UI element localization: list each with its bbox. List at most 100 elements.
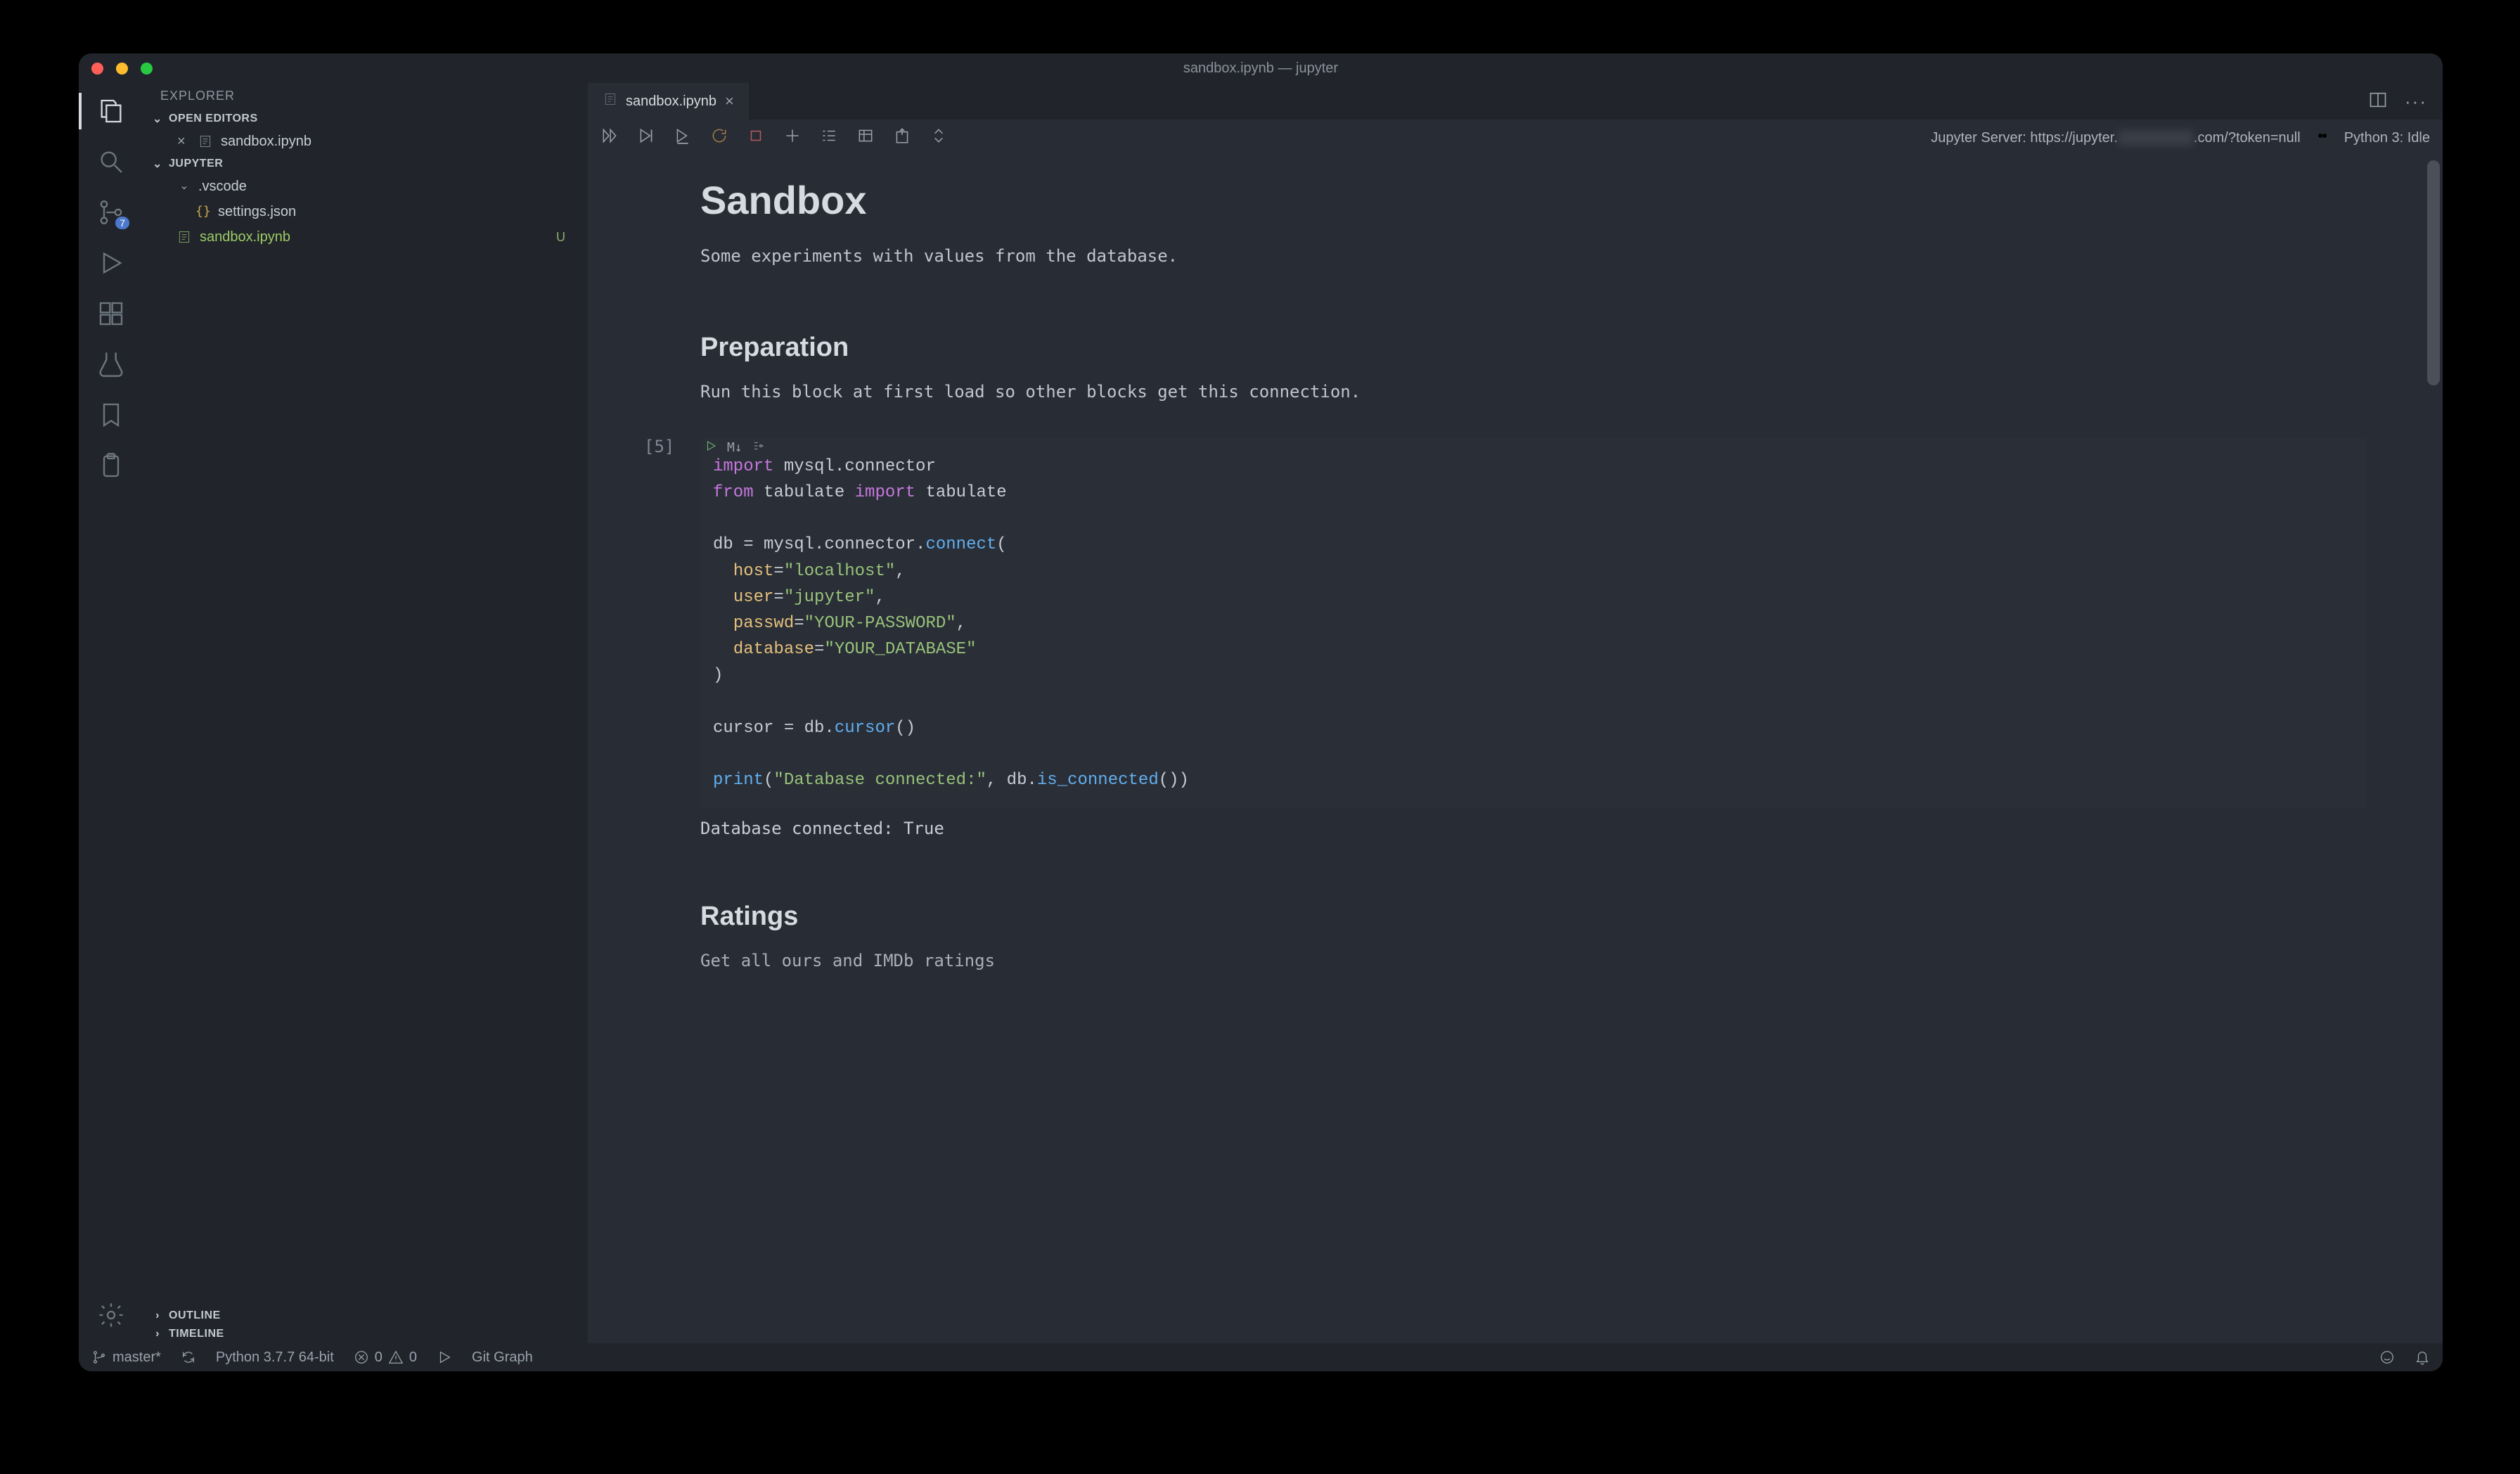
search-activity-icon[interactable]	[96, 146, 127, 177]
explorer-title: EXPLORER	[143, 83, 588, 109]
tab-bar: sandbox.ipynb × ···	[588, 83, 2443, 120]
clipboard-activity-icon[interactable]	[96, 450, 127, 481]
error-icon	[354, 1350, 369, 1365]
export-icon[interactable]	[893, 127, 911, 149]
notebook-file-icon	[177, 230, 193, 244]
titlebar: sandbox.ipynb — jupyter	[79, 53, 2443, 83]
run-below-icon[interactable]	[674, 127, 692, 149]
python-label: Python 3.7.7 64-bit	[216, 1350, 334, 1366]
minimize-window-button[interactable]	[116, 63, 128, 75]
restart-kernel-icon[interactable]	[710, 127, 728, 149]
timeline-label: TIMELINE	[169, 1328, 224, 1340]
chevron-down-icon: ⌄	[150, 112, 165, 126]
activity-bar: 7	[79, 83, 143, 1343]
status-bar: master* Python 3.7.7 64-bit 0 0 Git Grap…	[79, 1343, 2443, 1371]
tabbar-actions: ···	[2368, 83, 2443, 120]
collapse-all-icon[interactable]	[930, 127, 948, 149]
code-cell[interactable]: [5] M↓ import mysql.connector from tabul…	[700, 438, 2365, 838]
run-debug-activity-icon[interactable]	[96, 248, 127, 278]
server-prefix: Jupyter Server: https://jupyter.	[1931, 130, 2118, 146]
explorer-activity-icon[interactable]	[96, 96, 127, 127]
git-graph-status[interactable]: Git Graph	[472, 1350, 533, 1366]
feedback-status[interactable]	[2379, 1350, 2395, 1365]
feedback-icon	[2379, 1350, 2395, 1365]
open-editors-section[interactable]: ⌄ OPEN EDITORS	[143, 109, 588, 129]
window-controls	[91, 63, 153, 75]
file-label: settings.json	[218, 200, 296, 223]
vscode-window: sandbox.ipynb — jupyter 7	[79, 53, 2443, 1371]
jupyter-server-label[interactable]: Jupyter Server: https://jupyter.xxxxxxxx…	[1931, 130, 2300, 146]
notebook-scroll[interactable]: Sandbox Some experiments with values fro…	[588, 156, 2443, 1343]
editor-area: sandbox.ipynb × ···	[588, 83, 2443, 1343]
source-control-activity-icon[interactable]: 7	[96, 197, 127, 228]
window-title: sandbox.ipynb — jupyter	[79, 60, 2443, 77]
notifications-status[interactable]	[2415, 1350, 2430, 1365]
execution-count: [5]	[644, 437, 674, 456]
timeline-section[interactable]: › TIMELINE	[143, 1325, 588, 1343]
cell-toolbar: M↓	[705, 440, 765, 456]
add-cell-icon[interactable]	[783, 127, 802, 149]
branch-icon	[91, 1350, 107, 1365]
python-interpreter-status[interactable]: Python 3.7.7 64-bit	[216, 1350, 334, 1366]
tab-sandbox[interactable]: sandbox.ipynb ×	[588, 83, 750, 120]
outline-label: OUTLINE	[169, 1309, 221, 1322]
cell-markdown-toggle[interactable]: M↓	[727, 440, 742, 455]
code-content[interactable]: import mysql.connector from tabulate imp…	[713, 454, 2353, 793]
error-count: 0	[375, 1350, 382, 1366]
close-editor-icon[interactable]: ×	[177, 130, 191, 153]
chevron-down-icon: ⌄	[150, 157, 165, 171]
markdown-paragraph: Get all ours and IMDb ratings	[700, 947, 2365, 974]
chevron-right-icon: ›	[150, 1309, 165, 1322]
close-window-button[interactable]	[91, 63, 103, 75]
split-editor-icon[interactable]	[2368, 90, 2388, 113]
workspace-section[interactable]: ⌄ JUPYTER	[143, 154, 588, 174]
chevron-down-icon: ⌄	[177, 175, 191, 198]
debug-start-status[interactable]	[437, 1350, 452, 1365]
notebook-toolbar: Jupyter Server: https://jupyter.xxxxxxxx…	[588, 120, 2443, 156]
warning-count: 0	[409, 1350, 417, 1366]
markdown-paragraph: Some experiments with values from the da…	[700, 243, 2365, 269]
outline-section[interactable]: › OUTLINE	[143, 1307, 588, 1325]
file-settings-json[interactable]: {} settings.json	[143, 199, 588, 224]
json-file-icon: {}	[195, 200, 211, 223]
chevron-right-icon: ›	[150, 1328, 165, 1340]
more-actions-icon[interactable]: ···	[2405, 91, 2427, 113]
open-editors-label: OPEN EDITORS	[169, 113, 258, 125]
problems-status[interactable]: 0 0	[354, 1350, 417, 1366]
sync-status[interactable]	[181, 1350, 196, 1365]
extensions-activity-icon[interactable]	[96, 298, 127, 329]
workspace-label: JUPYTER	[169, 158, 223, 170]
maximize-window-button[interactable]	[141, 63, 153, 75]
open-editor-item[interactable]: × sandbox.ipynb	[143, 129, 588, 154]
cell-output: Database connected: True	[700, 819, 2365, 838]
cell-run-by-line-icon[interactable]	[752, 440, 765, 456]
folder-vscode[interactable]: ⌄ .vscode	[143, 174, 588, 199]
tab-label: sandbox.ipynb	[626, 94, 716, 110]
run-all-icon[interactable]	[600, 127, 619, 149]
tab-close-icon[interactable]: ×	[725, 92, 734, 110]
markdown-h1: Sandbox	[700, 177, 2365, 223]
run-cell-icon[interactable]	[705, 440, 717, 456]
test-activity-icon[interactable]	[96, 349, 127, 380]
server-connected-icon	[2316, 129, 2329, 146]
git-branch-status[interactable]: master*	[91, 1350, 161, 1366]
notebook-content: Sandbox Some experiments with values fro…	[588, 156, 2429, 975]
markdown-h2: Ratings	[700, 902, 2365, 932]
run-above-icon[interactable]	[637, 127, 655, 149]
variables-icon[interactable]	[856, 127, 875, 149]
scrollbar-thumb[interactable]	[2427, 160, 2440, 385]
bookmark-activity-icon[interactable]	[96, 399, 127, 430]
notebook-file-icon	[198, 134, 214, 148]
folder-label: .vscode	[198, 175, 247, 198]
interrupt-kernel-icon[interactable]	[747, 127, 765, 149]
file-label: sandbox.ipynb	[200, 226, 290, 248]
settings-gear-icon[interactable]	[96, 1300, 127, 1331]
git-status-untracked: U	[556, 226, 574, 248]
code-cell-body[interactable]: import mysql.connector from tabulate imp…	[700, 438, 2365, 809]
open-editor-item-label: sandbox.ipynb	[221, 130, 311, 153]
markdown-h2: Preparation	[700, 333, 2365, 363]
toggle-line-numbers-icon[interactable]	[820, 127, 838, 149]
play-icon	[437, 1350, 452, 1365]
kernel-status-label[interactable]: Python 3: Idle	[2344, 130, 2430, 146]
file-sandbox-ipynb[interactable]: sandbox.ipynb U	[143, 224, 588, 250]
